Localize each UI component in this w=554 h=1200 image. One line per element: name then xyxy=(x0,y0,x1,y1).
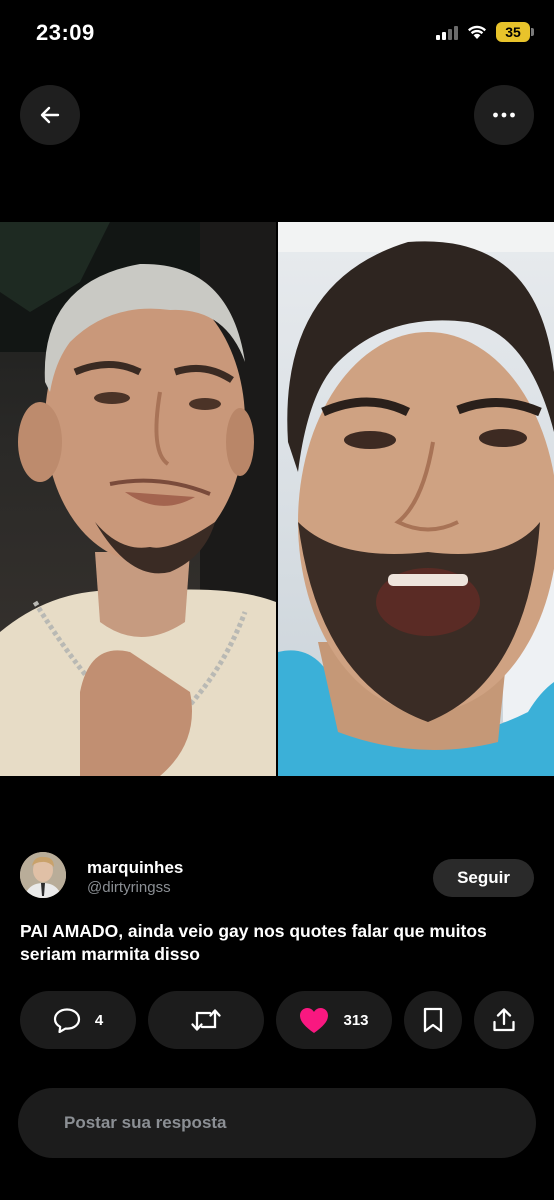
heart-icon xyxy=(300,1007,329,1033)
follow-button[interactable]: Seguir xyxy=(433,859,534,897)
battery-icon: 35 xyxy=(496,22,534,42)
tweet-media[interactable] xyxy=(0,222,554,776)
reply-placeholder: Postar sua resposta xyxy=(64,1113,227,1132)
reply-icon xyxy=(53,1008,80,1033)
repost-button[interactable] xyxy=(148,991,264,1049)
photo-right[interactable] xyxy=(278,222,554,776)
author-handle[interactable]: @dirtyringss xyxy=(87,879,171,896)
reply-count: 4 xyxy=(94,1011,104,1029)
bookmark-icon xyxy=(423,1007,443,1033)
back-button[interactable] xyxy=(20,85,80,145)
reply-button[interactable]: 4 xyxy=(20,991,136,1049)
action-bar: 4 313 xyxy=(20,991,534,1049)
bookmark-button[interactable] xyxy=(404,991,462,1049)
wifi-icon xyxy=(468,25,486,39)
like-button[interactable]: 313 xyxy=(276,991,392,1049)
share-icon xyxy=(493,1008,515,1032)
tweet-detail-screen: 23:09 35 marquinhes @dirtyringss Seguir … xyxy=(0,0,554,1200)
reply-input[interactable]: Postar sua resposta xyxy=(18,1088,536,1158)
cellular-signal-icon xyxy=(436,24,458,40)
photo-left[interactable] xyxy=(0,222,276,776)
avatar[interactable] xyxy=(20,852,66,898)
status-time: 23:09 xyxy=(36,20,95,45)
more-options-button[interactable] xyxy=(474,85,534,145)
like-count: 313 xyxy=(343,1011,369,1029)
ellipsis-icon xyxy=(493,112,515,118)
author-name[interactable]: marquinhes xyxy=(87,858,183,878)
tweet-text: PAI AMADO, ainda veio gay nos quotes fal… xyxy=(20,921,487,964)
author-row: marquinhes @dirtyringss Seguir xyxy=(20,852,534,902)
battery-level: 35 xyxy=(505,24,521,40)
status-bar: 23:09 35 xyxy=(0,0,554,66)
repost-icon xyxy=(191,1009,221,1031)
share-button[interactable] xyxy=(474,991,534,1049)
status-icons: 35 xyxy=(436,22,534,42)
arrow-left-icon xyxy=(40,106,60,124)
